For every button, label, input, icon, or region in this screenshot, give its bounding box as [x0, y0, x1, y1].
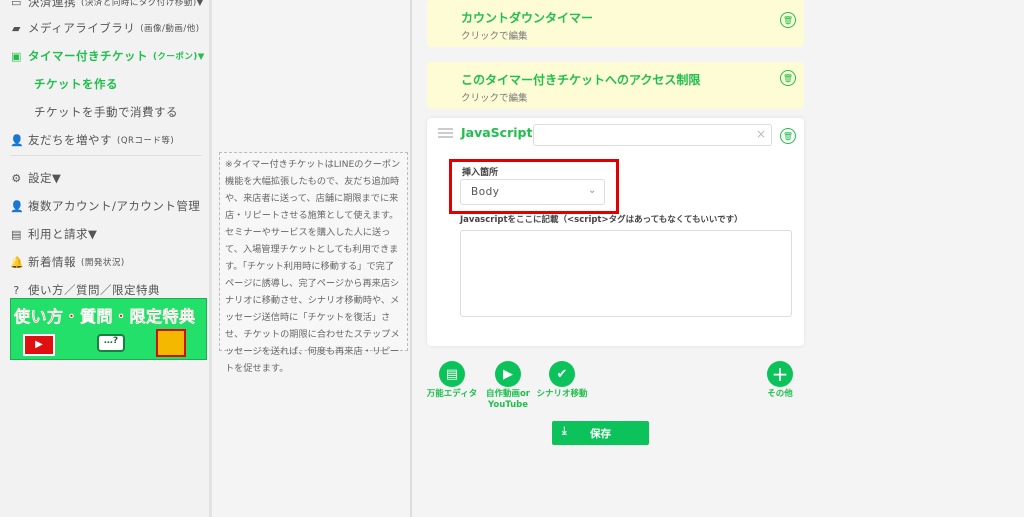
youtube-icon[interactable]: ▶ — [495, 361, 521, 387]
chat-icon: …? — [97, 334, 125, 352]
sidebar-item-create-ticket[interactable]: チケットを作る — [34, 76, 118, 92]
javascript-card: JavaScript × 🗑 挿入箇所 Body ⌄ Javascriptをここに… — [427, 118, 804, 346]
chevron-down-icon: ⌄ — [587, 184, 597, 196]
check-icon[interactable]: ✔ — [549, 361, 575, 387]
video-icon: ▶ — [23, 334, 55, 356]
clear-icon[interactable]: × — [756, 127, 766, 141]
sidebar-item-help[interactable]: ? 使い方／質問／限定特典 — [10, 282, 160, 298]
trash-icon[interactable]: 🗑 — [780, 128, 796, 144]
insert-location-label: 挿入箇所 — [462, 168, 499, 178]
sidebar: ▭ 決済連携 (決済と同時にタグ付け移動)▼ ▰ メディアライブラリ (画像/動画/他)… — [0, 0, 212, 517]
insert-location-select[interactable]: Body ⌄ — [460, 179, 605, 205]
plus-icon[interactable]: + — [767, 361, 793, 387]
code-textarea[interactable] — [460, 230, 792, 317]
accounts-icon: 👤 — [10, 199, 25, 213]
sidebar-item-ticket[interactable]: ▣ タイマー付きチケット (クーポン)▼ — [10, 48, 205, 64]
gift-icon — [156, 329, 186, 357]
javascript-title: JavaScript — [461, 125, 533, 140]
bell-icon: 🔔 — [10, 255, 25, 269]
folder-icon: ▰ — [12, 21, 21, 35]
other-label[interactable]: その他 — [760, 389, 800, 400]
middle-column: ※タイマー付きチケットはLINEのクーポン機能を大幅拡張したもので、友だち追加時… — [215, 0, 412, 517]
countdown-timer-card[interactable]: カウントダウンタイマー クリックで編集 🗑 — [427, 0, 804, 47]
question-icon: ? — [13, 283, 20, 297]
sidebar-item-media[interactable]: ▰ メディアライブラリ (画像/動画/他) — [10, 20, 200, 36]
sidebar-item-consume-ticket[interactable]: チケットを手動で消費する — [34, 104, 178, 120]
download-icon: ⤓ — [562, 425, 567, 437]
divider — [10, 155, 202, 156]
trash-icon[interactable]: 🗑 — [780, 12, 796, 28]
youtube-label[interactable]: 自作動画or YouTube — [478, 389, 538, 411]
add-user-icon: 👤 — [10, 133, 25, 147]
sidebar-item-settings[interactable]: ⚙ 設定▼ — [10, 170, 61, 186]
universal-editor-label[interactable]: 万能エディタ — [420, 389, 484, 400]
sidebar-item-friends[interactable]: 👤 友だちを増やす (QRコード等) — [10, 132, 174, 148]
scenario-move-label[interactable]: シナリオ移動 — [532, 389, 592, 400]
ticket-description: ※タイマー付きチケットはLINEのクーポン機能を大幅拡張したもので、友だち追加時… — [219, 152, 408, 374]
sidebar-item-accounts[interactable]: 👤 複数アカウント/アカウント管理 — [10, 198, 200, 214]
save-button[interactable]: ⤓ 保存 — [552, 421, 649, 445]
sidebar-item-payment[interactable]: ▭ 決済連携 (決済と同時にタグ付け移動)▼ — [10, 0, 204, 10]
code-label: Javascriptをここに記載（<script>タグはあってもなくてもいいです… — [460, 215, 743, 225]
sidebar-item-news[interactable]: 🔔 新着情報 (開発状況) — [10, 254, 125, 270]
billing-icon: ▤ — [11, 227, 22, 241]
drag-handle-icon[interactable] — [438, 128, 453, 138]
sidebar-item-billing[interactable]: ▤ 利用と請求▼ — [10, 226, 97, 242]
help-banner[interactable]: 使い方・質問・限定特典 ▶ …? — [10, 298, 207, 360]
ticket-icon: ▣ — [11, 49, 22, 63]
gear-icon: ⚙ — [11, 171, 22, 185]
card-icon: ▭ — [11, 0, 22, 9]
access-restriction-card[interactable]: このタイマー付きチケットへのアクセス制限 クリックで編集 🗑 — [427, 62, 804, 109]
name-input[interactable]: × — [533, 124, 772, 146]
book-icon[interactable]: ▤ — [439, 361, 465, 387]
trash-icon[interactable]: 🗑 — [780, 70, 796, 86]
